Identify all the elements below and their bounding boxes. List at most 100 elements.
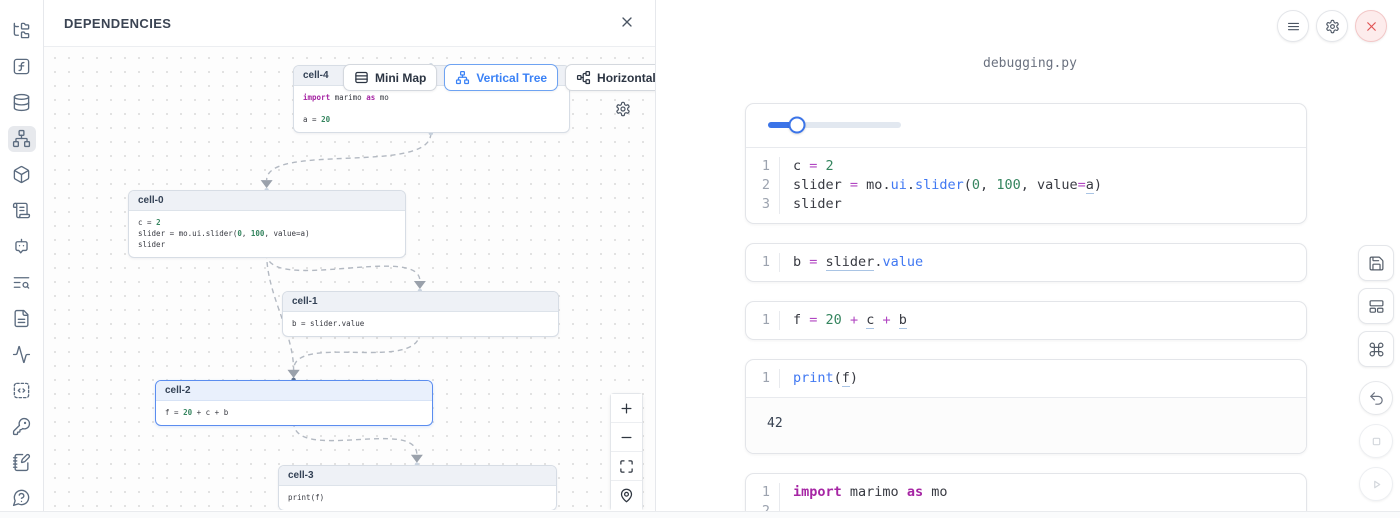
sidebar-item-packages[interactable]: [8, 162, 36, 188]
slider-handle[interactable]: [789, 117, 806, 134]
minimap-icon: [354, 70, 369, 85]
node-code: print(f): [279, 486, 556, 510]
vertical-tree-button[interactable]: Vertical Tree: [444, 64, 558, 91]
node-title: cell-0: [129, 191, 405, 211]
gear-icon: [1325, 19, 1340, 34]
sidebar-item-file-explorer[interactable]: [8, 18, 36, 44]
horizontal-tree-label: Horizontal Tree: [597, 71, 655, 85]
box-icon: [12, 165, 31, 184]
marimo-app: DEPENDENCIES Mini Map Vertical Tree Horizo…: [0, 0, 1400, 518]
function-square-icon: [12, 57, 31, 76]
notebook-cell-3[interactable]: 1print(f) 42: [745, 359, 1307, 454]
fit-view-button[interactable]: [611, 452, 642, 481]
plus-icon: [619, 401, 634, 416]
graph-node-cell-2[interactable]: cell-2f = 20 + c + b: [155, 380, 433, 426]
sidebar-item-secrets[interactable]: [8, 413, 36, 439]
notebook-cell-0[interactable]: 123c = 2slider = mo.ui.slider(0, 100, va…: [745, 103, 1307, 224]
settings-button[interactable]: [1316, 10, 1348, 42]
graph-node-cell-1[interactable]: cell-1b = slider.value: [282, 291, 559, 337]
layout-select-button[interactable]: [1358, 288, 1394, 324]
sidebar-item-snippets[interactable]: [8, 377, 36, 403]
lock-view-button[interactable]: [611, 481, 642, 510]
notebook-menu-button[interactable]: [1277, 10, 1309, 42]
sidebar-item-help[interactable]: [8, 485, 36, 511]
keyboard-shortcuts-button[interactable]: [1358, 331, 1394, 367]
graph-node-cell-0[interactable]: cell-0c = 2slider = mo.ui.slider(0, 100,…: [128, 190, 406, 258]
cell-editor[interactable]: 1b = slider.value: [746, 244, 1306, 281]
gear-icon: [615, 101, 631, 120]
graph-settings-button[interactable]: [615, 101, 631, 120]
sidebar-item-outline[interactable]: [8, 305, 36, 331]
run-all-button[interactable]: [1359, 467, 1393, 501]
close-panel-button[interactable]: [619, 14, 635, 33]
zoom-in-button[interactable]: [611, 394, 642, 423]
node-title: cell-2: [156, 381, 432, 401]
sidebar-item-scratchpad[interactable]: [8, 449, 36, 475]
node-title: cell-3: [279, 466, 556, 486]
dependency-graph-canvas[interactable]: Mini Map Vertical Tree Horizontal Tree cel…: [44, 47, 655, 510]
horizontal-tree-button[interactable]: Horizontal Tree: [565, 64, 655, 91]
cell-editor[interactable]: 123c = 2slider = mo.ui.slider(0, 100, va…: [746, 148, 1306, 223]
bot-chat-icon: [12, 237, 31, 256]
network-icon: [12, 129, 31, 148]
key-icon: [12, 417, 31, 436]
node-code: c = 2slider = mo.ui.slider(0, 100, value…: [129, 211, 405, 257]
notebook-cell-2[interactable]: 1f = 20 + c + b: [745, 301, 1307, 340]
zoom-out-button[interactable]: [611, 423, 642, 452]
activity-icon: [12, 345, 31, 364]
play-icon: [1368, 476, 1385, 493]
vertical-tree-icon: [455, 70, 470, 85]
minus-icon: [619, 430, 634, 445]
maximize-icon: [619, 459, 634, 474]
output-text: 42: [767, 416, 783, 431]
sidebar-item-datasources[interactable]: [8, 90, 36, 116]
map-pin-icon: [619, 488, 634, 503]
dependencies-panel: DEPENDENCIES Mini Map Vertical Tree Horizo…: [44, 0, 656, 511]
vertical-tree-label: Vertical Tree: [476, 71, 547, 85]
dependencies-panel-header: DEPENDENCIES: [44, 0, 655, 47]
code-snippet-icon: [12, 381, 31, 400]
undo-icon: [1368, 390, 1385, 407]
cell-editor[interactable]: 1f = 20 + c + b: [746, 302, 1306, 339]
horizontal-tree-icon: [576, 70, 591, 85]
cell-output-widget: [746, 104, 1306, 148]
code-lines: f = 20 + c + b: [780, 311, 907, 330]
cell-editor[interactable]: 1print(f): [746, 360, 1306, 397]
sidebar-item-dependencies[interactable]: [8, 126, 36, 152]
save-button[interactable]: [1358, 245, 1394, 281]
node-code: f = 20 + c + b: [156, 401, 432, 425]
line-numbers: 1: [746, 311, 780, 330]
line-numbers: 1: [746, 369, 780, 388]
close-icon: [1364, 19, 1379, 34]
code-lines: print(f): [780, 369, 858, 388]
mini-map-label: Mini Map: [375, 71, 426, 85]
file-text-icon: [12, 309, 31, 328]
shutdown-button[interactable]: [1355, 10, 1387, 42]
sidebar-item-documentation[interactable]: [8, 198, 36, 224]
notebook-side-actions: [1358, 245, 1394, 510]
graph-zoom-controls: [610, 393, 643, 510]
sidebar-item-variables[interactable]: [8, 54, 36, 80]
panel-title: DEPENDENCIES: [64, 16, 171, 31]
notebook-cell-1[interactable]: 1b = slider.value: [745, 243, 1307, 282]
sidebar-item-logs[interactable]: [8, 269, 36, 295]
graph-node-cell-3[interactable]: cell-3print(f): [278, 465, 557, 510]
node-code: import marimo as mo a = 20: [294, 86, 569, 132]
notebook-cells: 123c = 2slider = mo.ui.slider(0, 100, va…: [745, 103, 1307, 518]
sidebar-item-tracing[interactable]: [8, 341, 36, 367]
slider-widget[interactable]: [768, 122, 901, 128]
app-footer: [0, 511, 1400, 518]
close-icon: [619, 14, 635, 33]
command-icon: [1368, 341, 1385, 358]
text-search-icon: [12, 273, 31, 292]
interrupt-button[interactable]: [1359, 424, 1393, 458]
code-lines: b = slider.value: [780, 253, 923, 272]
node-title: cell-1: [283, 292, 558, 312]
notebook-pen-icon: [12, 453, 31, 472]
sidebar-item-chat[interactable]: [8, 234, 36, 260]
menu-icon: [1286, 19, 1301, 34]
notebook-top-actions: [1277, 10, 1387, 42]
mini-map-button[interactable]: Mini Map: [343, 64, 437, 91]
undo-button[interactable]: [1359, 381, 1393, 415]
line-numbers: 1: [746, 253, 780, 272]
